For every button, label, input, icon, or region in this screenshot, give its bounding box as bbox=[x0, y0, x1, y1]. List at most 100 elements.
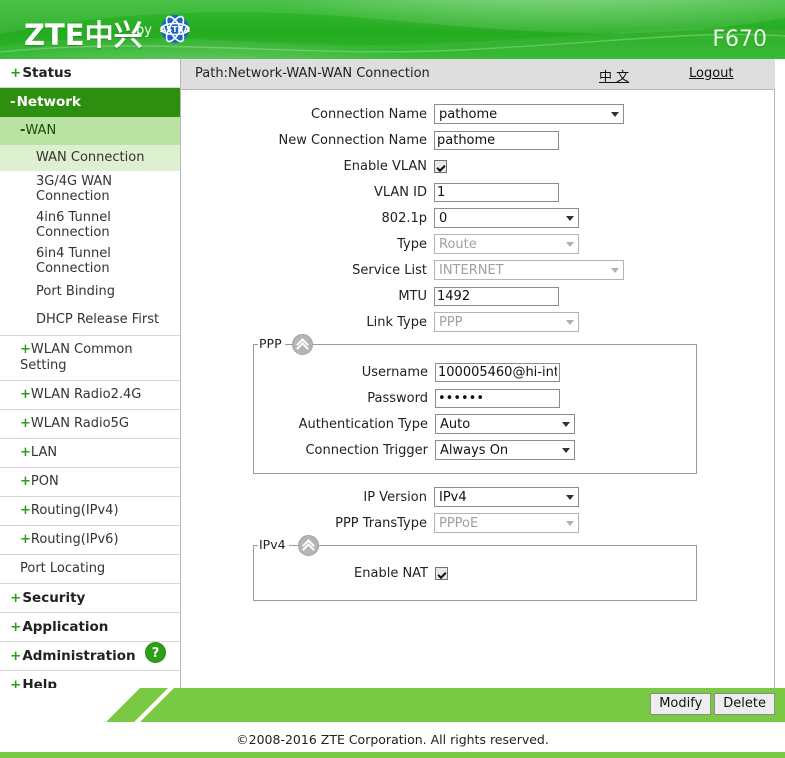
expand-plus-icon: + bbox=[10, 590, 22, 606]
expand-plus-icon: + bbox=[20, 474, 31, 489]
sidebar-item-4in6-tunnel-connection[interactable]: 4in6 Tunnel Connection bbox=[0, 207, 180, 243]
field-row-auth-type: Authentication Type Auto bbox=[254, 411, 696, 437]
sidebar-item-label: Security bbox=[22, 590, 86, 606]
sidebar-item-3g4g-wan-connection[interactable]: 3G/4G WAN Connection bbox=[0, 171, 180, 207]
auth-type-select[interactable]: Auto bbox=[435, 414, 575, 434]
sidebar-item-security[interactable]: +Security bbox=[0, 584, 180, 613]
new-connection-name-input[interactable] bbox=[434, 130, 559, 150]
password-input[interactable] bbox=[435, 388, 560, 408]
vlan-id-label: VLAN ID bbox=[373, 184, 427, 200]
expand-plus-icon: + bbox=[10, 648, 22, 664]
vlan-id-input[interactable] bbox=[434, 182, 559, 202]
field-row-password: Password bbox=[254, 385, 696, 411]
dot1p-label: 802.1p bbox=[381, 210, 427, 226]
sidebar-item-label: Routing(IPv4) bbox=[30, 503, 119, 518]
link-type-select: PPP bbox=[434, 312, 579, 332]
sidebar-item-wan[interactable]: -WAN bbox=[0, 117, 180, 145]
sidebar-item-label: 6in4 Tunnel Connection bbox=[36, 246, 111, 276]
delete-button[interactable]: Delete bbox=[714, 693, 775, 715]
field-row-username: Username bbox=[254, 359, 696, 385]
sidebar-item-dhcp-release-first[interactable]: DHCP Release First bbox=[0, 305, 180, 336]
auth-type-label: Authentication Type bbox=[298, 416, 428, 432]
chevron-down-icon bbox=[611, 268, 619, 273]
connection-name-select[interactable]: pathome bbox=[434, 104, 624, 124]
sidebar-item-label: Network bbox=[16, 94, 81, 110]
help-icon[interactable]: ? bbox=[145, 642, 166, 663]
dot1p-value: 0 bbox=[439, 210, 448, 226]
sidebar-item-wan-connection[interactable]: WAN Connection bbox=[0, 145, 180, 171]
enable-vlan-label: Enable VLAN bbox=[343, 158, 427, 174]
zte-brand-logo: ZTE中兴 bbox=[24, 18, 143, 52]
router-admin-page: ZTE中兴 by ASTRA F670 +Status -Network -WA… bbox=[0, 0, 785, 758]
expand-plus-icon: + bbox=[20, 532, 31, 547]
ip-version-label: IP Version bbox=[363, 489, 427, 505]
page-footer: Modify Delete ©2008-2016 ZTE Corporation… bbox=[0, 688, 785, 758]
page-header: ZTE中兴 by ASTRA F670 bbox=[0, 0, 785, 59]
password-label: Password bbox=[367, 390, 428, 406]
username-input[interactable] bbox=[435, 362, 560, 382]
sidebar-item-routing-ipv6[interactable]: +Routing(IPv6) bbox=[0, 526, 180, 555]
sidebar-item-application[interactable]: +Application bbox=[0, 613, 180, 642]
sidebar-item-port-locating[interactable]: Port Locating bbox=[0, 555, 180, 584]
collapse-chevron-up-icon[interactable] bbox=[292, 334, 313, 355]
connection-name-label: Connection Name bbox=[310, 106, 427, 122]
device-model-label: F670 bbox=[712, 27, 767, 52]
sidebar-item-label: WAN bbox=[25, 123, 57, 138]
connection-trigger-value: Always On bbox=[440, 442, 509, 458]
sidebar-item-label: 4in6 Tunnel Connection bbox=[36, 210, 111, 240]
sidebar-item-pon[interactable]: +PON bbox=[0, 468, 180, 497]
type-value: Route bbox=[439, 236, 477, 252]
connection-trigger-label: Connection Trigger bbox=[305, 442, 428, 458]
field-row-link-type: Link Type PPP bbox=[181, 309, 775, 335]
wan-connection-form: Connection Name pathome New Connection N… bbox=[181, 90, 775, 601]
sidebar-item-status[interactable]: +Status bbox=[0, 59, 180, 88]
chevron-down-icon bbox=[562, 448, 570, 453]
astra-logo-icon: ASTRA bbox=[160, 15, 191, 43]
expand-plus-icon: + bbox=[20, 445, 31, 460]
sidebar-item-wlan-radio-24g[interactable]: +WLAN Radio2.4G bbox=[0, 381, 180, 410]
mtu-input[interactable] bbox=[434, 286, 559, 306]
svg-text:ASTRA: ASTRA bbox=[160, 25, 191, 34]
chevron-down-icon bbox=[566, 242, 574, 247]
link-type-label: Link Type bbox=[366, 314, 427, 330]
sidebar-item-port-binding[interactable]: Port Binding bbox=[0, 279, 180, 305]
field-row-mtu: MTU bbox=[181, 283, 775, 309]
type-select: Route bbox=[434, 234, 579, 254]
collapse-chevron-up-icon[interactable] bbox=[298, 535, 319, 556]
sidebar-item-lan[interactable]: +LAN bbox=[0, 439, 180, 468]
expand-plus-icon: + bbox=[10, 65, 22, 81]
mtu-label: MTU bbox=[398, 288, 427, 304]
language-switch-link[interactable]: 中 文 bbox=[599, 66, 629, 85]
dot1p-select[interactable]: 0 bbox=[434, 208, 579, 228]
field-row-new-connection-name: New Connection Name bbox=[181, 127, 775, 153]
enable-vlan-checkbox[interactable] bbox=[434, 159, 447, 173]
sidebar-item-label: Port Binding bbox=[36, 284, 116, 299]
modify-button[interactable]: Modify bbox=[650, 693, 712, 715]
field-row-vlan-id: VLAN ID bbox=[181, 179, 775, 205]
chevron-down-icon bbox=[566, 521, 574, 526]
service-list-value: INTERNET bbox=[439, 262, 504, 278]
auth-type-value: Auto bbox=[440, 416, 471, 432]
sidebar-item-wlan-common-setting[interactable]: +WLAN Common Setting bbox=[0, 336, 180, 381]
logout-link[interactable]: Logout bbox=[689, 66, 734, 81]
connection-trigger-select[interactable]: Always On bbox=[435, 440, 575, 460]
sidebar-item-label: Routing(IPv6) bbox=[30, 532, 119, 547]
enable-nat-label: Enable NAT bbox=[354, 565, 428, 581]
enable-nat-checkbox[interactable] bbox=[435, 566, 448, 580]
sidebar-item-routing-ipv4[interactable]: +Routing(IPv4) bbox=[0, 497, 180, 526]
sidebar-item-wlan-radio-5g[interactable]: +WLAN Radio5G bbox=[0, 410, 180, 439]
expand-plus-icon: + bbox=[20, 503, 31, 518]
field-row-ip-version: IP Version IPv4 bbox=[181, 484, 775, 510]
field-row-connection-trigger: Connection Trigger Always On bbox=[254, 437, 696, 463]
sidebar-item-label: DHCP Release First bbox=[36, 312, 160, 327]
by-label: by bbox=[136, 23, 152, 38]
sidebar-item-6in4-tunnel-connection[interactable]: 6in4 Tunnel Connection bbox=[0, 243, 180, 279]
sidebar-item-network[interactable]: -Network bbox=[0, 88, 180, 117]
footer-button-row: Modify Delete bbox=[650, 693, 775, 715]
sidebar-item-label: WLAN Radio2.4G bbox=[30, 387, 142, 402]
ppp-section: PPP Username Password Authentication Typ… bbox=[253, 334, 697, 474]
ip-version-select[interactable]: IPv4 bbox=[434, 487, 579, 507]
ipv4-section: IPv4 Enable NAT bbox=[253, 535, 697, 601]
sidebar-item-label: 3G/4G WAN Connection bbox=[36, 174, 112, 204]
ppp-transtype-value: PPPoE bbox=[439, 515, 479, 531]
